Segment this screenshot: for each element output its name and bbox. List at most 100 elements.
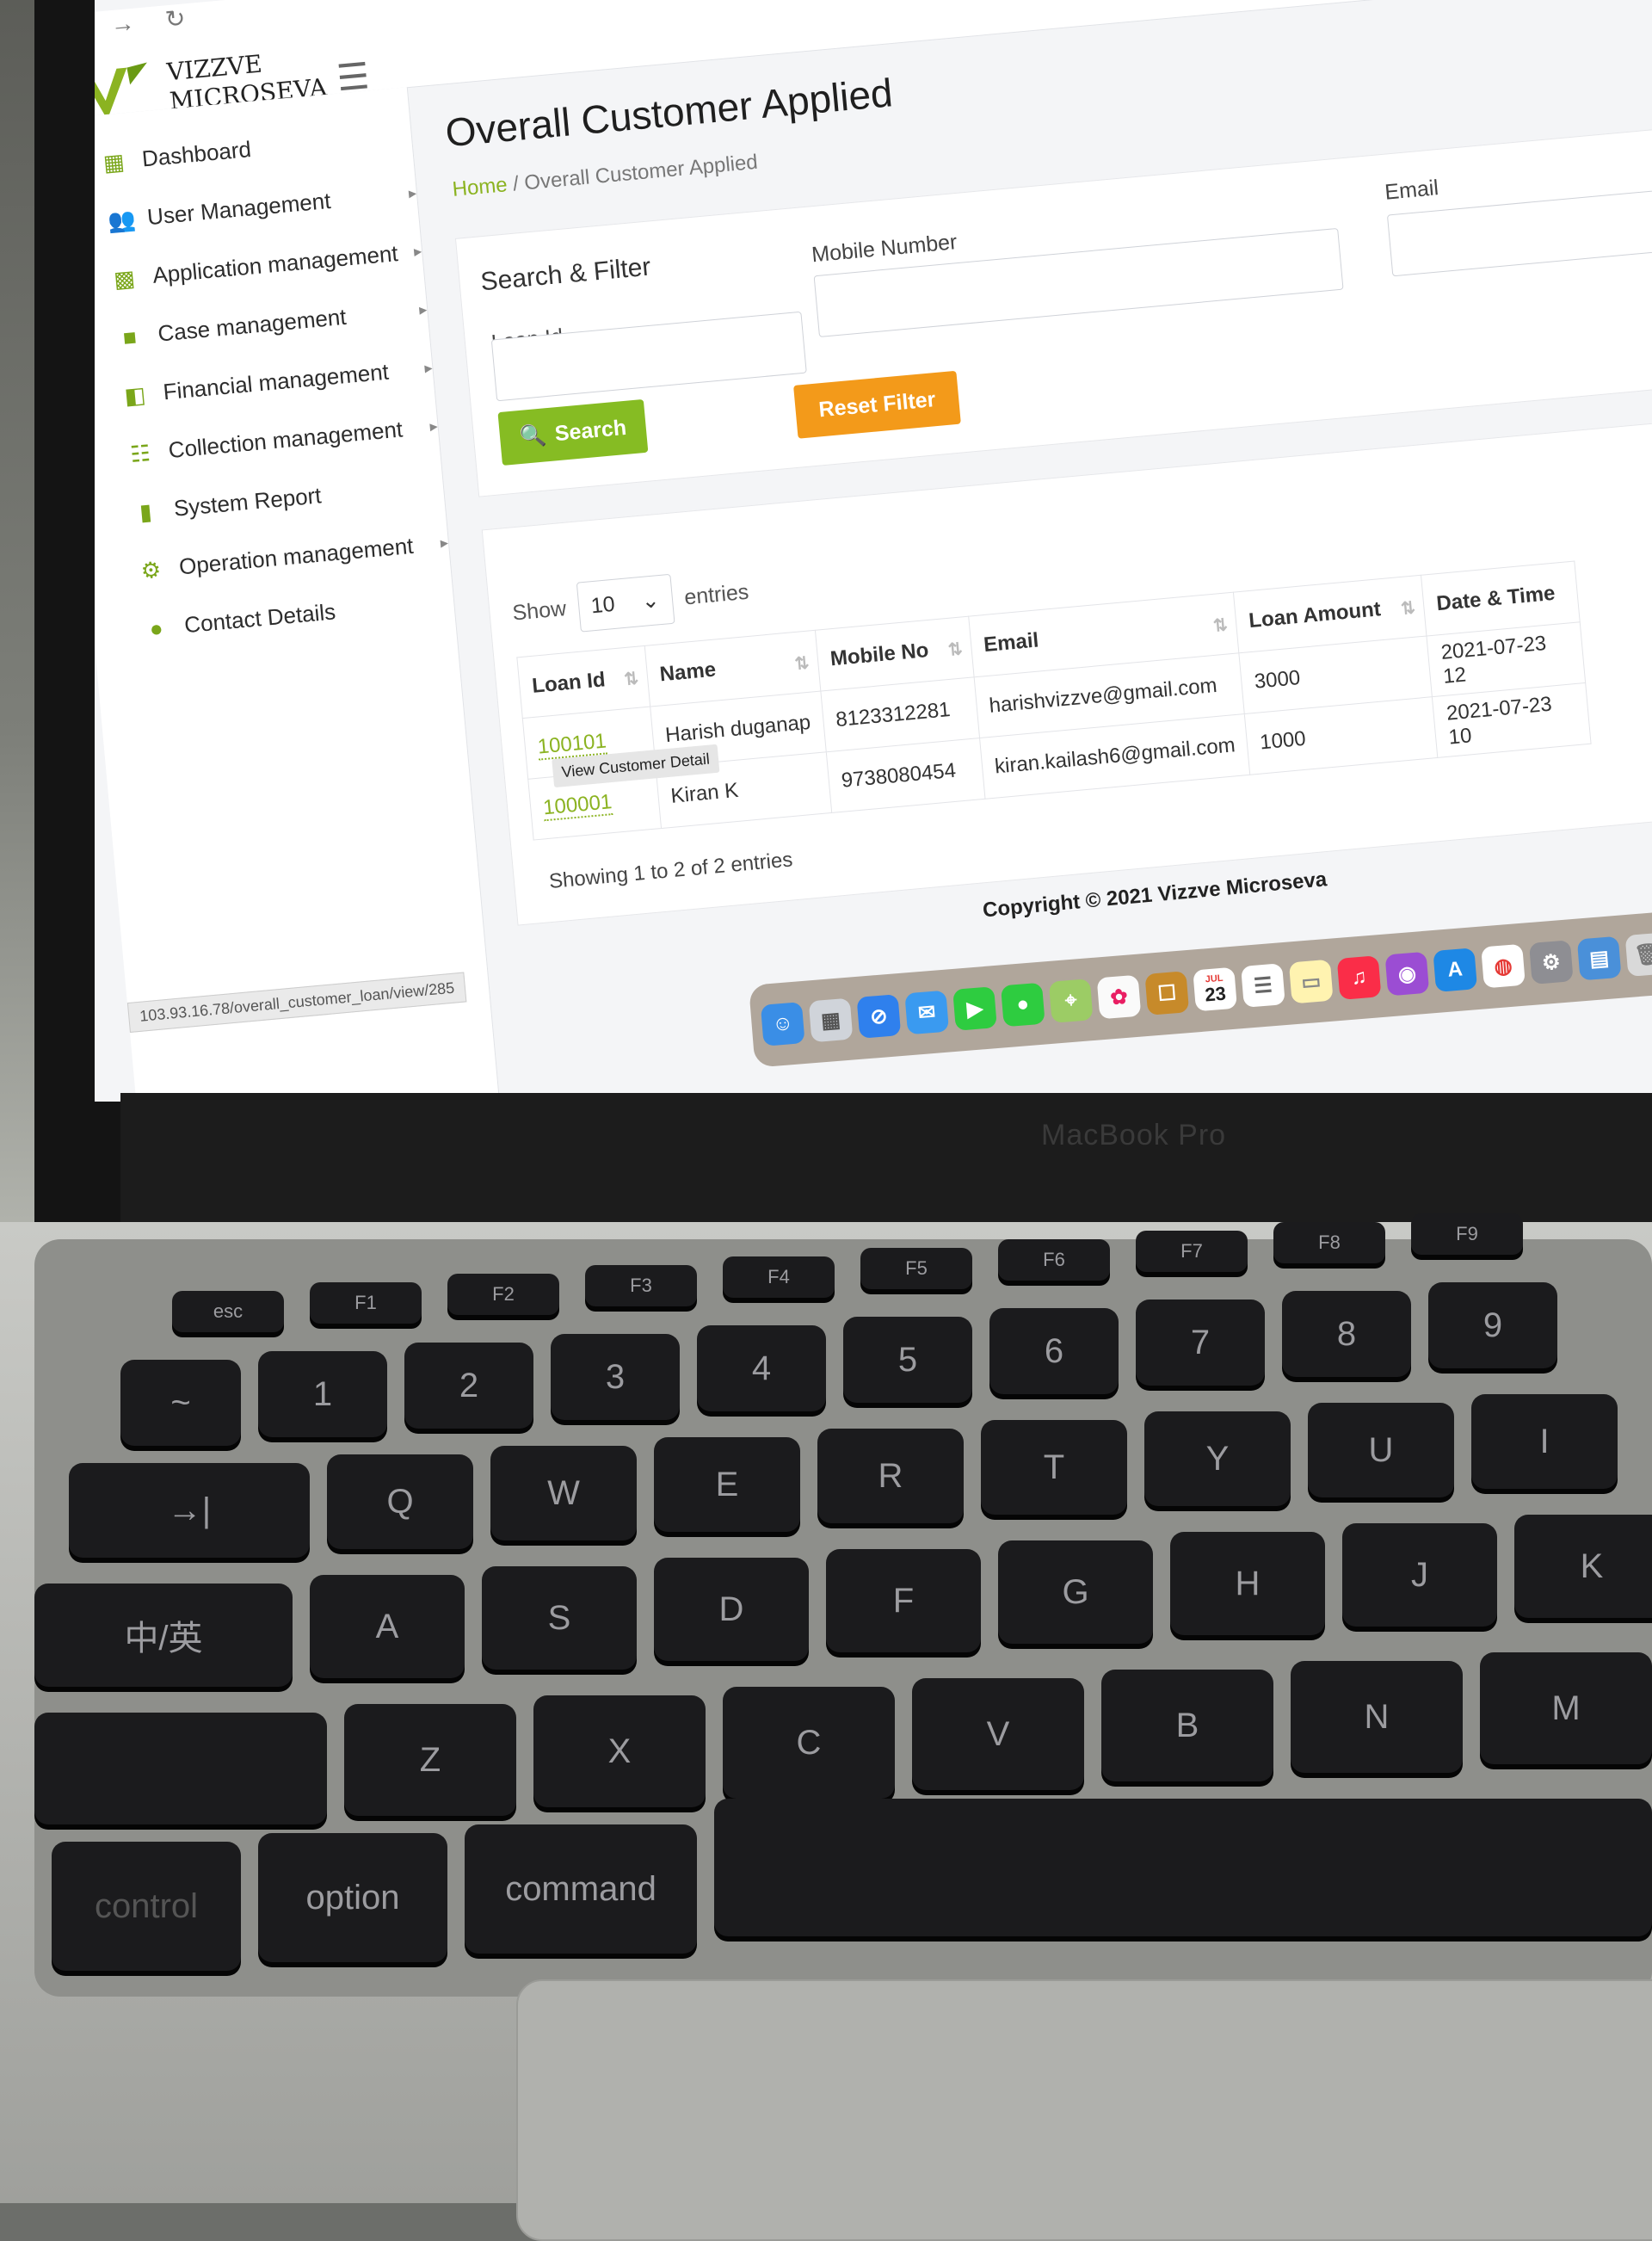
gear-icon: ⚙ <box>139 556 163 584</box>
sidebar-item-dashboard[interactable]: ▦ Dashboard <box>102 121 412 176</box>
key-d[interactable]: D <box>654 1558 809 1661</box>
facetime-icon[interactable]: ▶ <box>952 986 997 1031</box>
key-2[interactable]: 2 <box>404 1343 533 1429</box>
key-g[interactable]: G <box>998 1540 1153 1644</box>
launchpad-icon[interactable]: ▦ <box>808 997 854 1043</box>
reset-filter-button[interactable]: Reset Filter <box>793 370 961 439</box>
sidebar-item-label: Collection management <box>167 416 404 464</box>
key-caps-lock[interactable]: 中/英 <box>34 1584 293 1687</box>
browser-nav-icons[interactable]: ← → ↻ <box>95 3 199 44</box>
messages-icon[interactable]: ● <box>1000 982 1045 1028</box>
key-y[interactable]: Y <box>1144 1411 1291 1506</box>
key-n[interactable]: N <box>1291 1661 1463 1773</box>
key-q[interactable]: Q <box>327 1454 473 1549</box>
maps-icon[interactable]: ⌖ <box>1048 979 1094 1023</box>
key-space[interactable] <box>714 1799 1652 1936</box>
key-j[interactable]: J <box>1342 1523 1497 1627</box>
key-c[interactable]: C <box>723 1687 895 1799</box>
key-f6[interactable]: F6 <box>998 1239 1110 1281</box>
key-8[interactable]: 8 <box>1282 1291 1411 1377</box>
customer-table-card: Show 10 ⌄ entries Loan Id ⇅ Name ⇅ Mobile … <box>481 417 1652 926</box>
key-f5[interactable]: F5 <box>860 1248 972 1289</box>
key-left-shift[interactable] <box>34 1713 327 1824</box>
loan-id-input[interactable] <box>490 311 807 402</box>
key-s[interactable]: S <box>482 1566 637 1670</box>
key-v[interactable]: V <box>912 1678 1084 1790</box>
key-option[interactable]: option <box>258 1833 447 1962</box>
key-k[interactable]: K <box>1514 1515 1652 1618</box>
key-5[interactable]: 5 <box>843 1317 972 1403</box>
safari-icon[interactable]: ⊘ <box>856 994 902 1039</box>
key-6[interactable]: 6 <box>989 1308 1119 1394</box>
podcasts-icon[interactable]: ◉ <box>1384 951 1430 997</box>
key-f8[interactable]: F8 <box>1273 1222 1385 1263</box>
key-4[interactable]: 4 <box>697 1325 826 1411</box>
key-7[interactable]: 7 <box>1136 1300 1265 1386</box>
key-z[interactable]: Z <box>344 1704 516 1816</box>
caret-right-icon: ▸ <box>418 300 428 318</box>
sidebar-item-collection-management[interactable]: ☷ Collection management ▸ <box>128 413 439 468</box>
system-preferences-icon[interactable]: ⚙ <box>1529 940 1574 985</box>
key-f7[interactable]: F7 <box>1136 1231 1248 1272</box>
sidebar-item-application-management[interactable]: ▩ Application management ▸ <box>112 238 422 293</box>
page-size-select[interactable]: 10 ⌄ <box>576 573 675 633</box>
key-a[interactable]: A <box>310 1575 465 1678</box>
sidebar-item-label: Financial management <box>162 358 391 405</box>
key-3[interactable]: 3 <box>551 1334 680 1420</box>
sidebar-item-case-management[interactable]: ■ Case management ▸ <box>117 296 428 351</box>
briefcase-icon: ■ <box>121 323 138 350</box>
notes-icon[interactable]: ▭ <box>1288 959 1334 1004</box>
key-tab[interactable]: →| <box>69 1463 310 1558</box>
key-m[interactable]: M <box>1480 1652 1652 1764</box>
sidebar-item-label: User Management <box>145 187 332 231</box>
key-control[interactable]: control <box>52 1842 241 1971</box>
sidebar-item-user-management[interactable]: 👥 User Management ▸ <box>107 180 417 235</box>
key-f[interactable]: F <box>826 1549 981 1652</box>
reminders-icon[interactable]: ☰ <box>1241 963 1285 1008</box>
loan-id-link[interactable]: 100001 <box>542 790 613 822</box>
key-u[interactable]: U <box>1308 1403 1454 1497</box>
sidebar-item-system-report[interactable]: ▮ System Report <box>133 471 444 526</box>
photos-icon[interactable]: ✿ <box>1096 974 1142 1020</box>
trackpad[interactable] <box>516 1979 1652 2241</box>
column-header-loan-id[interactable]: Loan Id ⇅ <box>516 645 650 719</box>
key-f9[interactable]: F9 <box>1411 1213 1523 1255</box>
search-button[interactable]: 🔍 Search <box>497 398 649 466</box>
sidebar-item-contact-details[interactable]: ● Contact Details <box>144 588 454 643</box>
sidebar-item-financial-management[interactable]: ◧ Financial management ▸ <box>123 355 434 410</box>
key-b[interactable]: B <box>1101 1670 1273 1781</box>
sort-icon: ⇅ <box>946 639 964 660</box>
contacts-icon[interactable]: ☐ <box>1144 971 1190 1016</box>
key-x[interactable]: X <box>533 1695 706 1807</box>
music-icon[interactable]: ♫ <box>1336 955 1382 1000</box>
app-store-icon[interactable]: A <box>1433 948 1478 992</box>
sidebar-item-operation-management[interactable]: ⚙ Operation management ▸ <box>139 529 449 584</box>
key-r[interactable]: R <box>817 1429 964 1523</box>
key-1[interactable]: 1 <box>258 1351 387 1437</box>
sort-icon: ⇅ <box>1212 615 1229 636</box>
key-e[interactable]: E <box>654 1437 800 1532</box>
key-tilde[interactable]: ~ <box>120 1360 241 1446</box>
finder-icon[interactable]: ☺ <box>760 1002 805 1046</box>
key-i[interactable]: I <box>1471 1394 1618 1489</box>
mail-icon[interactable]: ✉ <box>904 990 950 1035</box>
key-f3[interactable]: F3 <box>585 1265 697 1306</box>
key-t[interactable]: T <box>981 1420 1127 1515</box>
key-9[interactable]: 9 <box>1428 1282 1557 1368</box>
key-f4[interactable]: F4 <box>723 1256 835 1298</box>
list-icon: ☷ <box>129 439 152 467</box>
key-esc[interactable]: esc <box>172 1291 284 1332</box>
trash-icon[interactable]: 🗑 <box>1624 932 1652 977</box>
preview-icon[interactable]: ▤ <box>1576 935 1622 981</box>
key-f2[interactable]: F2 <box>447 1274 559 1315</box>
key-command[interactable]: command <box>465 1824 697 1954</box>
key-h[interactable]: H <box>1170 1532 1325 1635</box>
chevron-down-icon: ⌄ <box>640 588 661 614</box>
calendar-icon[interactable]: JUL 23 <box>1193 966 1237 1012</box>
chrome-icon[interactable]: ◍ <box>1481 943 1526 989</box>
key-f1[interactable]: F1 <box>310 1282 422 1324</box>
key-w[interactable]: W <box>490 1446 637 1540</box>
breadcrumb-home-link[interactable]: Home <box>452 173 509 201</box>
cell-mobile: 9738080454 <box>826 738 985 813</box>
caret-right-icon: ▸ <box>408 183 417 202</box>
